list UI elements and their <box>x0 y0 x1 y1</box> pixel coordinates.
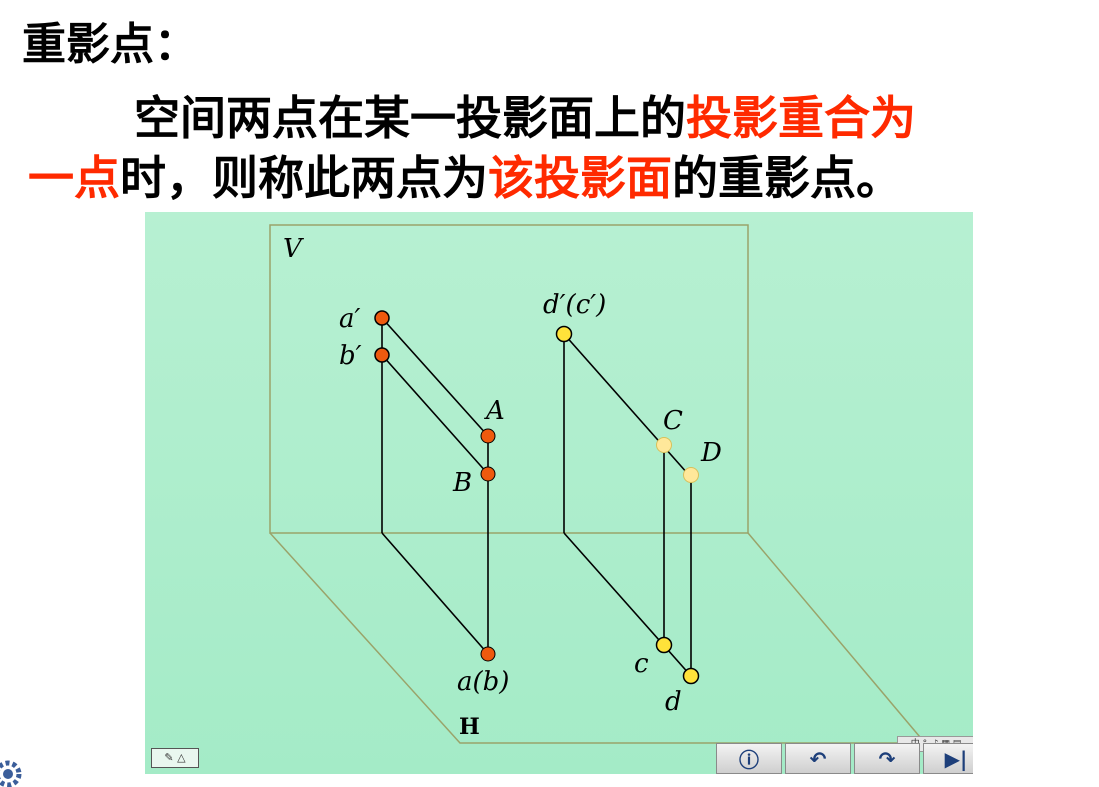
info-icon: ⓘ <box>739 748 759 772</box>
point-D <box>683 467 699 483</box>
point-c <box>655 636 673 654</box>
text-black-3: 的重影点。 <box>672 151 902 205</box>
point-B <box>480 466 496 482</box>
skip-end-icon: ▶| <box>944 746 968 771</box>
label-c: c <box>634 649 649 679</box>
label-ab: a(b) <box>457 667 510 697</box>
label-plane-v: V <box>283 234 302 264</box>
label-plane-h: H <box>459 714 480 740</box>
text-red-3: 该投影面 <box>488 151 672 205</box>
turn-button[interactable]: ↷ <box>854 743 920 774</box>
label-d: d <box>665 687 682 717</box>
label-dc-prime: d′(c′) <box>543 290 607 320</box>
info-button[interactable]: ⓘ <box>716 743 782 774</box>
line-dc-D <box>563 333 689 475</box>
label-D: D <box>701 438 722 468</box>
text-black-1: 空间两点在某一投影面上的 <box>134 91 686 145</box>
plane-v <box>269 224 749 534</box>
return-icon: ↶ <box>809 746 827 771</box>
pen-tool-icon[interactable]: ✎ △ <box>151 748 199 768</box>
label-a-prime: a′ <box>339 304 361 334</box>
label-b-prime: b′ <box>339 341 362 371</box>
line-axis-d <box>563 532 692 677</box>
point-b-prime <box>374 347 390 363</box>
projection-diagram: V H a′ b′ A B a(b) d′(c′) C D c d ✎ △ 中 … <box>145 212 973 774</box>
plane-h <box>269 532 927 744</box>
turn-icon: ↷ <box>878 746 896 771</box>
slide-navigation: ⓘ ↶ ↷ ▶| <box>716 743 973 774</box>
line-axis-ab <box>381 532 489 655</box>
point-ab <box>480 646 496 662</box>
label-A: A <box>486 396 505 426</box>
page-title: 重影点： <box>22 19 198 70</box>
line-aprime-A <box>381 317 489 437</box>
skip-end-button[interactable]: ▶| <box>923 743 973 774</box>
gear-logo-icon <box>0 760 22 787</box>
return-button[interactable]: ↶ <box>785 743 851 774</box>
definition-paragraph: 空间两点在某一投影面上的投影重合为 一点时，则称此两点为该投影面的重影点。 <box>28 88 1088 208</box>
text-black-2: 时，则称此两点为 <box>120 151 488 205</box>
line-bprime-B <box>381 354 489 475</box>
point-d <box>682 667 700 685</box>
text-red-2: 一点 <box>28 151 120 205</box>
point-a-prime <box>374 310 390 326</box>
text-red-1: 投影重合为 <box>686 91 916 145</box>
point-A <box>480 428 496 444</box>
point-dc-prime <box>555 325 573 343</box>
label-B: B <box>453 468 473 498</box>
label-C: C <box>663 406 683 436</box>
point-C <box>656 437 672 453</box>
